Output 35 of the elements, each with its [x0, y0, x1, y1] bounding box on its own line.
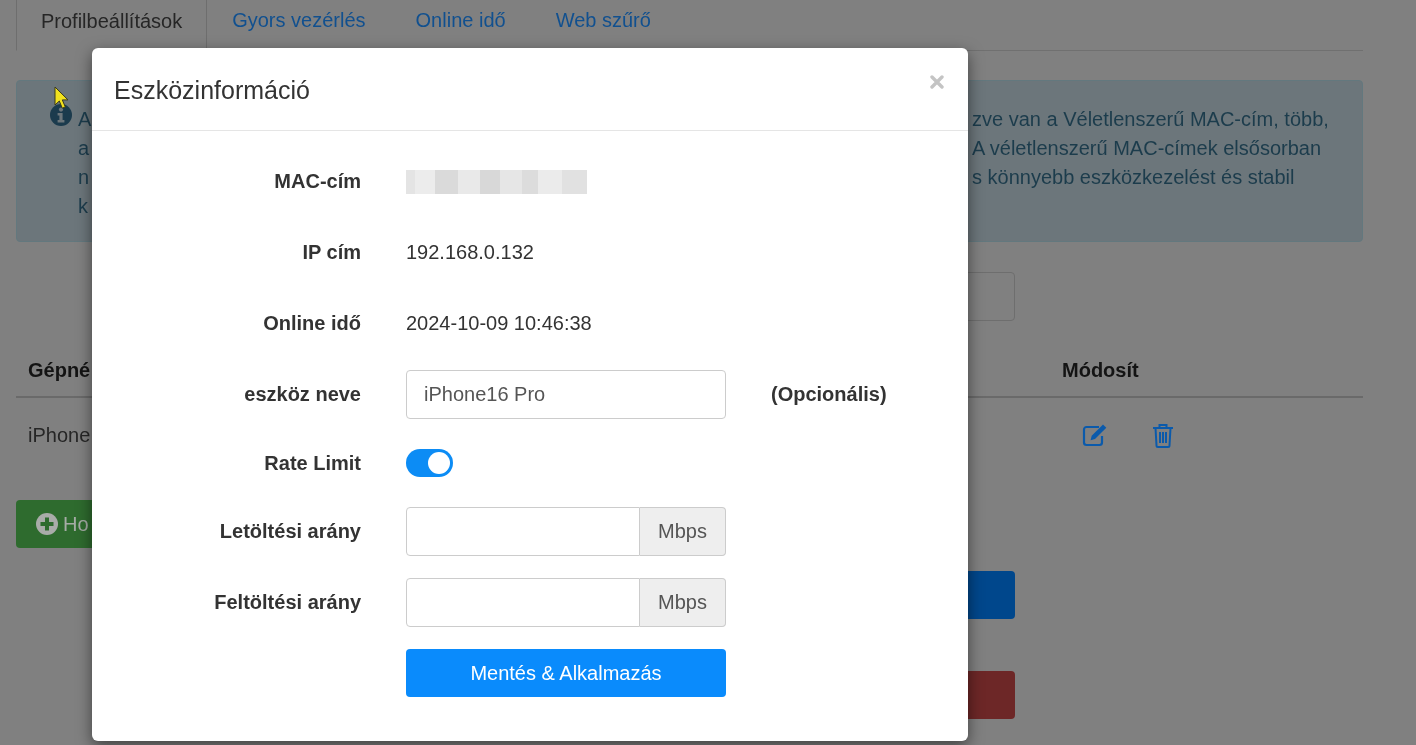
text-input[interactable]: iPhone16 Pro	[406, 370, 726, 419]
close-icon[interactable]	[930, 75, 944, 89]
field-label: MAC-cím	[274, 170, 361, 193]
edit-icon[interactable]	[1082, 423, 1108, 447]
field-label: Online idő	[263, 312, 361, 335]
table-cell: iPhone	[28, 423, 91, 446]
alert-text: a	[78, 135, 90, 160]
trash-icon[interactable]	[1152, 422, 1174, 448]
tab[interactable]: Online idő	[390, 0, 531, 50]
alert-text: A véletlenszerű MAC-címek elsősorban	[972, 135, 1322, 160]
alert-text: s könnyebb eszközkezelést és stabil	[972, 164, 1295, 189]
field-value: 192.168.0.132	[406, 241, 534, 264]
field-label: IP cím	[302, 241, 361, 264]
alert-text: n	[78, 164, 90, 189]
alert-text: zve van a Véletlenszerű MAC-cím, több,	[972, 106, 1329, 131]
optional-note: (Opcionális)	[771, 383, 887, 406]
field-label: Feltöltési arány	[214, 591, 361, 614]
plus-circle-icon	[36, 513, 58, 535]
mouse-pointer-icon	[54, 86, 70, 110]
dialog-title: Eszközinformáció	[114, 75, 310, 105]
toggle-switch[interactable]	[406, 449, 453, 477]
save-button[interactable]: Mentés & Alkalmazás	[406, 649, 726, 697]
field-label: Rate Limit	[264, 451, 361, 475]
alert-text: k	[78, 193, 88, 218]
column-header: Módosít	[1062, 358, 1139, 381]
info-icon	[50, 104, 72, 126]
field-label: eszköz neve	[244, 383, 361, 406]
tab[interactable]: Gyors vezérlés	[207, 0, 391, 50]
unit-addon: Mbps	[640, 578, 726, 627]
column-header: Gépné	[28, 358, 91, 381]
field-value: 2024-10-09 10:46:38	[406, 312, 592, 335]
field-label: Letöltési arány	[219, 520, 361, 543]
unit-addon: Mbps	[640, 507, 726, 556]
alert-text: A	[78, 106, 92, 131]
tab[interactable]: Web szűrő	[530, 0, 676, 50]
